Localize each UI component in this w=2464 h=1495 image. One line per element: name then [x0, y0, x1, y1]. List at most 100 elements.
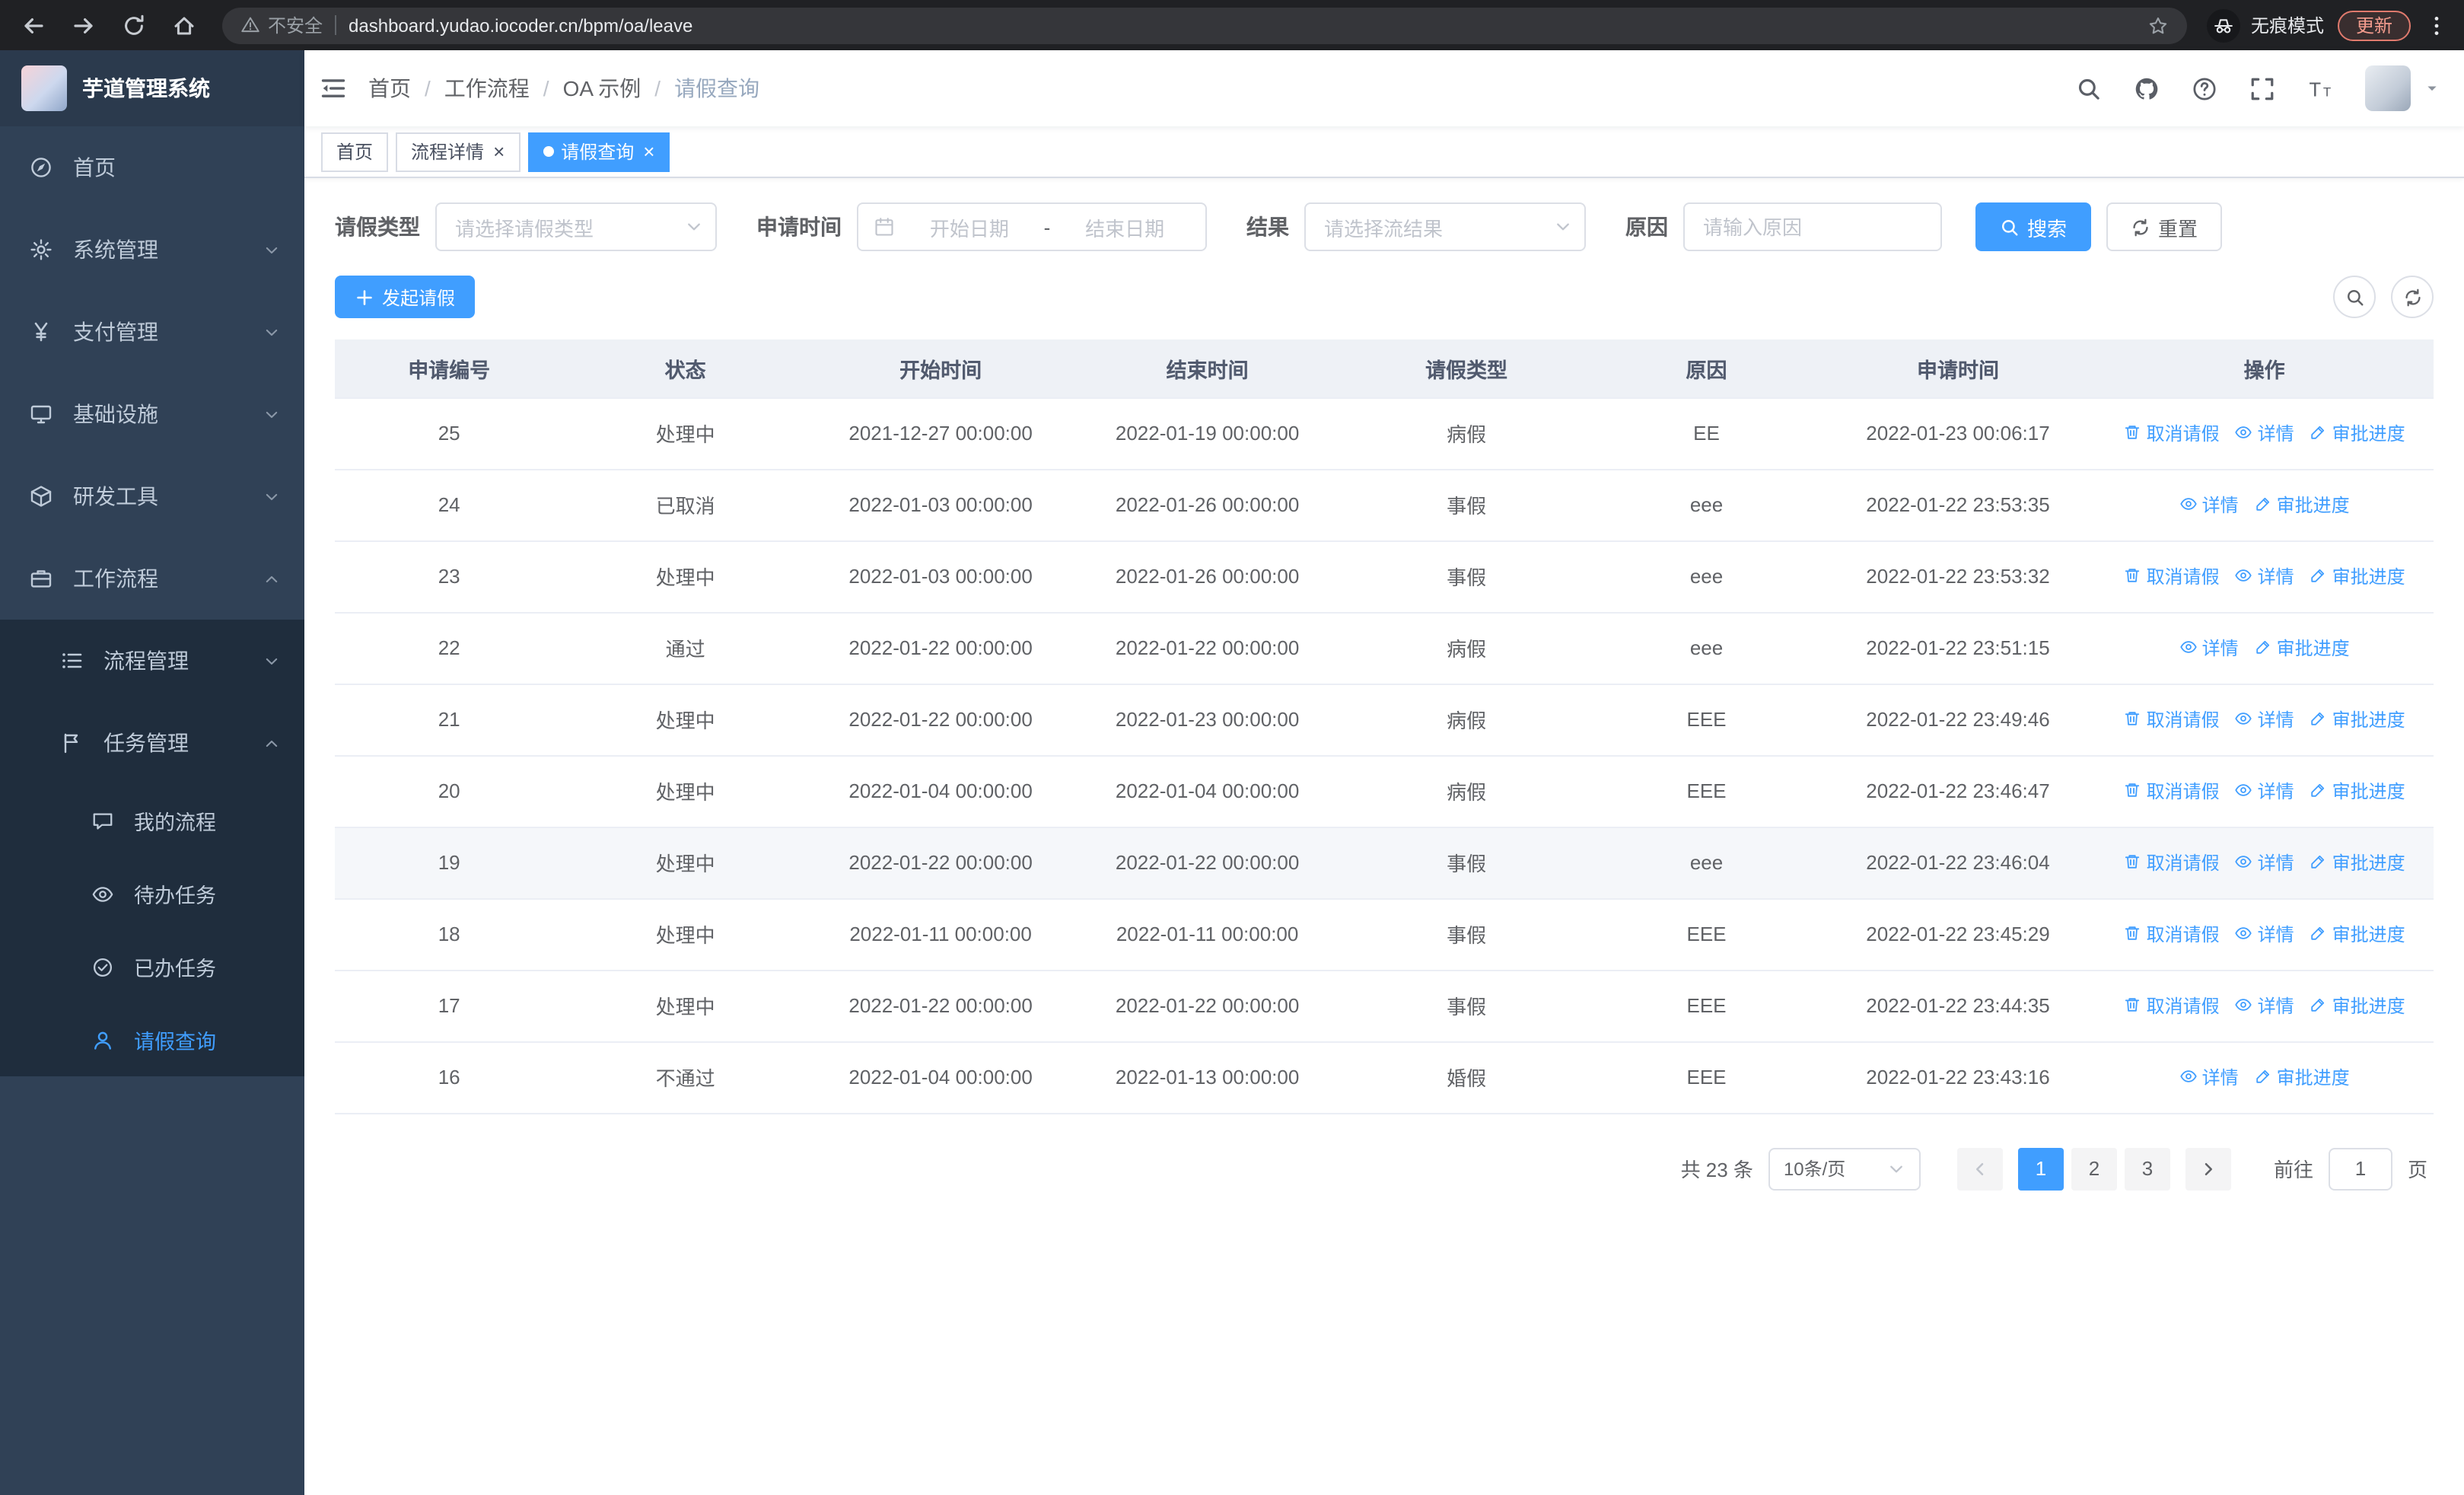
- cancel-action-link[interactable]: 取消请假: [2124, 420, 2220, 446]
- breadcrumb-item[interactable]: 工作流程: [444, 73, 530, 104]
- cancel-action-link[interactable]: 取消请假: [2124, 921, 2220, 947]
- cell-start-time: 2022-01-11 00:00:00: [807, 898, 1074, 971]
- sidebar-toggle-icon[interactable]: [320, 75, 347, 102]
- cancel-action-link[interactable]: 取消请假: [2124, 563, 2220, 589]
- cancel-action-link[interactable]: 取消请假: [2124, 706, 2220, 732]
- sidebar-item-todo-task[interactable]: 待办任务: [0, 857, 304, 930]
- detail-action-link[interactable]: 详情: [2235, 420, 2294, 446]
- table-row[interactable]: 24 已取消 2022-01-03 00:00:00 2022-01-26 00:00…: [335, 469, 2434, 541]
- progress-action-link[interactable]: 审批进度: [2310, 563, 2405, 589]
- sidebar-item-workflow[interactable]: 工作流程: [0, 537, 304, 620]
- cell-id: 18: [335, 898, 564, 971]
- table-row[interactable]: 18 处理中 2022-01-11 00:00:00 2022-01-11 00:00…: [335, 898, 2434, 971]
- sidebar-item-leave-query[interactable]: 请假查询: [0, 1003, 304, 1076]
- refresh-table-button[interactable]: [2391, 276, 2434, 318]
- detail-action-link[interactable]: 详情: [2235, 921, 2294, 947]
- table-row[interactable]: 16 不通过 2022-01-04 00:00:00 2022-01-13 00:00…: [335, 1041, 2434, 1114]
- cancel-action-link[interactable]: 取消请假: [2124, 850, 2220, 875]
- url-text[interactable]: dashboard.yudao.iocoder.cn/bpm/oa/leave: [349, 14, 2135, 36]
- progress-action-link[interactable]: 审批进度: [2254, 635, 2350, 661]
- sidebar-item-task-mgmt[interactable]: 任务管理: [0, 702, 304, 784]
- detail-action-link[interactable]: 详情: [2235, 706, 2294, 732]
- incognito-icon: [2206, 8, 2240, 42]
- update-button[interactable]: 更新: [2337, 10, 2411, 40]
- active-tab-dot: [543, 146, 554, 157]
- reset-button[interactable]: 重置: [2106, 202, 2223, 251]
- prev-page-button[interactable]: [1956, 1147, 2003, 1190]
- tab-home[interactable]: 首页: [321, 132, 389, 171]
- tab-process-detail[interactable]: 流程详情 ×: [396, 132, 520, 171]
- progress-action-link[interactable]: 审批进度: [2310, 850, 2405, 875]
- breadcrumb-item[interactable]: 首页: [368, 73, 411, 104]
- apply-time-range-picker[interactable]: 开始日期 - 结束日期: [857, 202, 1207, 251]
- page-button-3[interactable]: 3: [2124, 1147, 2170, 1190]
- progress-action-link[interactable]: 审批进度: [2310, 993, 2405, 1018]
- sidebar-item-home[interactable]: 首页: [0, 126, 304, 209]
- detail-action-link[interactable]: 详情: [2235, 850, 2294, 875]
- page-size-select[interactable]: 10条/页: [1768, 1147, 1921, 1190]
- progress-action-link[interactable]: 审批进度: [2254, 1064, 2350, 1090]
- sidebar-item-infrastructure[interactable]: 基础设施: [0, 373, 304, 455]
- progress-action-link[interactable]: 审批进度: [2254, 492, 2350, 518]
- search-button[interactable]: 搜索: [1975, 202, 2092, 251]
- progress-action-link[interactable]: 审批进度: [2310, 706, 2405, 732]
- detail-action-link[interactable]: 详情: [2179, 635, 2239, 661]
- table-row[interactable]: 25 处理中 2021-12-27 00:00:00 2022-01-19 00:00…: [335, 397, 2434, 470]
- github-icon[interactable]: [2134, 75, 2160, 101]
- sidebar-item-system-mgmt[interactable]: 系统管理: [0, 209, 304, 291]
- breadcrumb-item[interactable]: OA 示例: [563, 73, 641, 104]
- sidebar-item-dev-tools[interactable]: 研发工具: [0, 455, 304, 537]
- table-row[interactable]: 22 通过 2022-01-22 00:00:00 2022-01-22 00:00:…: [335, 612, 2434, 684]
- table-row[interactable]: 17 处理中 2022-01-22 00:00:00 2022-01-22 00:00…: [335, 970, 2434, 1042]
- result-select[interactable]: 请选择流结果: [1304, 202, 1586, 251]
- reload-icon[interactable]: [116, 7, 152, 43]
- close-icon[interactable]: ×: [493, 142, 505, 161]
- page-button-2[interactable]: 2: [2071, 1147, 2117, 1190]
- user-avatar[interactable]: [2365, 65, 2411, 111]
- detail-action-link[interactable]: 详情: [2179, 492, 2239, 518]
- home-icon[interactable]: [166, 7, 202, 43]
- bookmark-star-icon[interactable]: [2147, 14, 2169, 36]
- reason-input[interactable]: [1683, 202, 1942, 251]
- create-leave-label: 发起请假: [382, 287, 456, 308]
- detail-action-link[interactable]: 详情: [2179, 1064, 2239, 1090]
- font-size-icon[interactable]: TT: [2307, 75, 2333, 101]
- cell-id: 21: [335, 684, 564, 756]
- table-row[interactable]: 21 处理中 2022-01-22 00:00:00 2022-01-23 00:00…: [335, 684, 2434, 756]
- next-page-button[interactable]: [2185, 1147, 2231, 1190]
- table-row[interactable]: 23 处理中 2022-01-03 00:00:00 2022-01-26 00:00…: [335, 540, 2434, 613]
- table-row[interactable]: 19 处理中 2022-01-22 00:00:00 2022-01-22 00:00…: [335, 827, 2434, 899]
- breadcrumb-item: 请假查询: [674, 76, 760, 100]
- security-chip[interactable]: 不安全: [240, 12, 323, 38]
- progress-action-link[interactable]: 审批进度: [2310, 921, 2405, 947]
- leave-type-select[interactable]: 请选择请假类型: [435, 202, 717, 251]
- forward-icon[interactable]: [65, 7, 102, 43]
- help-icon[interactable]: [2192, 75, 2217, 101]
- progress-action-link[interactable]: 审批进度: [2310, 778, 2405, 804]
- sidebar-item-payment-mgmt[interactable]: 支付管理: [0, 291, 304, 373]
- caret-down-icon[interactable]: [2424, 81, 2440, 96]
- search-icon[interactable]: [2076, 75, 2102, 101]
- tab-leave-query[interactable]: 请假查询 ×: [527, 132, 670, 171]
- sidebar-item-process-mgmt[interactable]: 流程管理: [0, 620, 304, 702]
- detail-action-link[interactable]: 详情: [2235, 993, 2294, 1018]
- close-icon[interactable]: ×: [643, 142, 654, 161]
- goto-page-input[interactable]: [2328, 1147, 2392, 1190]
- detail-action-link[interactable]: 详情: [2235, 563, 2294, 589]
- sidebar-item-my-process[interactable]: 我的流程: [0, 784, 304, 857]
- browser-menu-icon[interactable]: [2424, 13, 2449, 37]
- back-icon[interactable]: [15, 7, 52, 43]
- address-bar[interactable]: 不安全 dashboard.yudao.iocoder.cn/bpm/oa/le…: [222, 7, 2187, 43]
- cell-actions: 详情 审批进度: [2095, 1041, 2434, 1114]
- toggle-search-button[interactable]: [2333, 276, 2376, 318]
- cancel-action-link[interactable]: 取消请假: [2124, 993, 2220, 1018]
- create-leave-button[interactable]: 发起请假: [335, 276, 476, 318]
- page-button-1[interactable]: 1: [2017, 1147, 2064, 1190]
- fullscreen-icon[interactable]: [2249, 75, 2275, 101]
- app-logo[interactable]: 芋道管理系统: [0, 50, 304, 126]
- progress-action-link[interactable]: 审批进度: [2310, 420, 2405, 446]
- table-row[interactable]: 20 处理中 2022-01-04 00:00:00 2022-01-04 00:00…: [335, 755, 2434, 827]
- cancel-action-link[interactable]: 取消请假: [2124, 778, 2220, 804]
- detail-action-link[interactable]: 详情: [2235, 778, 2294, 804]
- sidebar-item-done-task[interactable]: 已办任务: [0, 930, 304, 1003]
